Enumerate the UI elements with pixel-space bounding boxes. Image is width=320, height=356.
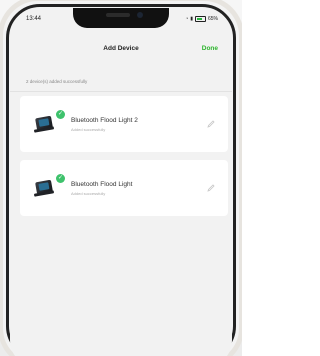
- device-card[interactable]: ✓ Bluetooth Flood Light 2 Added successf…: [20, 96, 228, 152]
- front-camera: [137, 12, 143, 18]
- divider: [10, 91, 232, 92]
- edit-pencil-icon[interactable]: [206, 183, 216, 193]
- device-status: Added successfully: [71, 191, 106, 196]
- app-screen: 13:44 ◔ ▮ 65% Add Device Done 2 device(s…: [10, 8, 232, 356]
- signal-icon: ▮: [190, 16, 193, 22]
- check-icon: ✓: [56, 174, 65, 183]
- phone-stage: 13:44 ◔ ▮ 65% Add Device Done 2 device(s…: [0, 0, 242, 356]
- device-card[interactable]: ✓ Bluetooth Flood Light Added successful…: [20, 160, 228, 216]
- status-time: 13:44: [26, 16, 42, 22]
- status-icons: ◔ ▮ 65%: [185, 16, 218, 22]
- done-button[interactable]: Done: [202, 45, 218, 52]
- flood-light-icon: [32, 178, 58, 198]
- device-name: Bluetooth Flood Light 2: [71, 117, 138, 124]
- phone-notch: [73, 8, 169, 28]
- battery-icon: [194, 16, 206, 22]
- wifi-icon: ◔: [185, 16, 189, 22]
- added-count-text: 2 device(s) added successfully: [26, 79, 88, 84]
- device-status: Added successfully: [71, 127, 106, 132]
- check-icon: ✓: [56, 110, 65, 119]
- device-name: Bluetooth Flood Light: [71, 181, 133, 188]
- edit-pencil-icon[interactable]: [206, 119, 216, 129]
- battery-percentage: 65%: [207, 16, 218, 22]
- page-title: Add Device: [103, 45, 139, 52]
- speaker-grille: [106, 13, 130, 17]
- flood-light-icon: [32, 114, 58, 134]
